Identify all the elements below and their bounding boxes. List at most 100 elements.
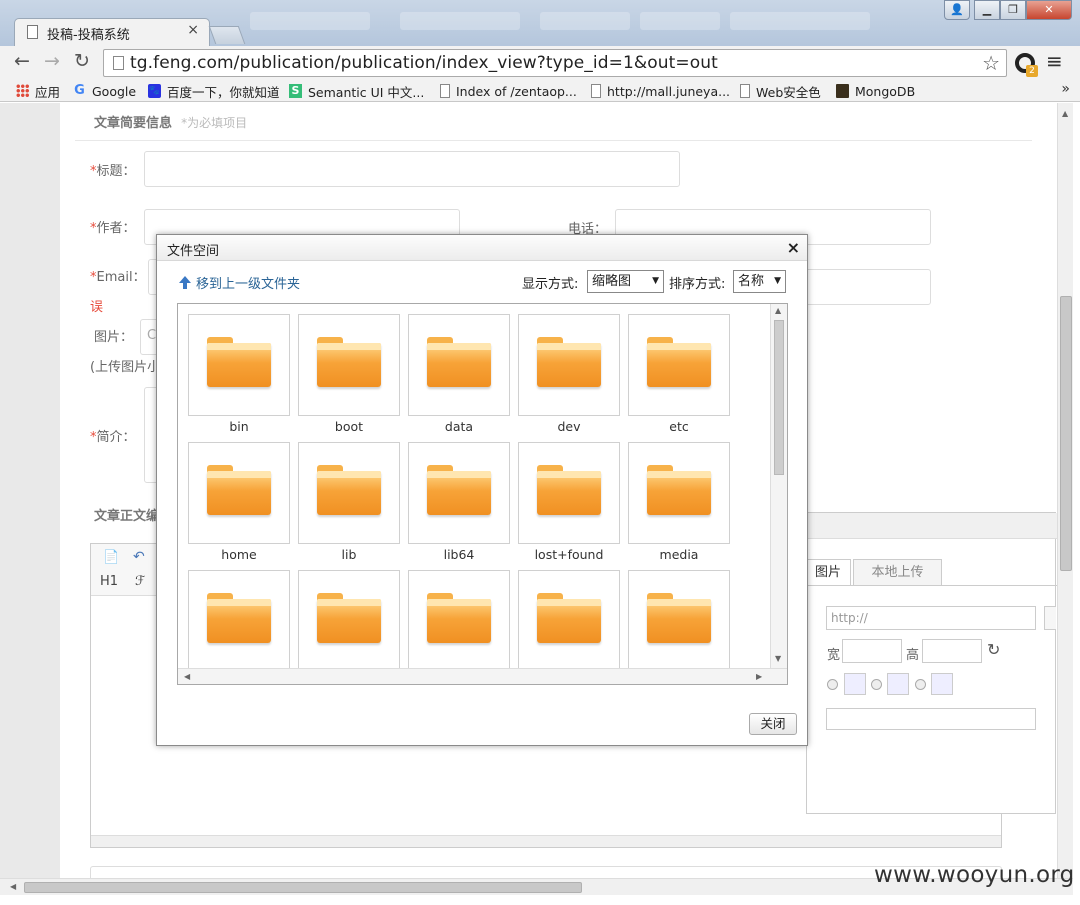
scroll-left-arrow-icon[interactable]: ◀ (10, 882, 16, 891)
ghost-tab (640, 12, 720, 30)
close-button[interactable]: 关闭 (749, 713, 797, 735)
align-left-icon[interactable] (844, 673, 866, 695)
undo-icon[interactable]: ↶ (133, 549, 145, 565)
extension-badge: 2 (1026, 65, 1038, 77)
bookmarks-bar: 应用 G Google 🐾 百度一下，你就知道 S Semantic UI 中文...… (0, 80, 1080, 102)
folder-item[interactable] (408, 570, 510, 672)
folder-item[interactable] (298, 314, 400, 416)
folder-item[interactable] (408, 314, 510, 416)
page-icon (27, 25, 38, 39)
source-icon[interactable]: 📄 (103, 550, 119, 565)
image-url-input[interactable]: http:// (826, 606, 1036, 630)
back-arrow-icon[interactable]: ← (14, 50, 30, 72)
address-bar[interactable]: tg.feng.com/publication/publication/inde… (103, 49, 1007, 77)
up-folder-link[interactable]: 移到上一级文件夹 (179, 273, 300, 292)
browser-menu-icon[interactable]: ≡ (1046, 49, 1063, 73)
width-input[interactable] (842, 639, 902, 663)
height-input[interactable] (922, 639, 982, 663)
browser-tab-active[interactable]: 投稿-投稿系统 × (14, 18, 210, 46)
folder-item[interactable] (518, 314, 620, 416)
align-radio[interactable] (827, 679, 838, 690)
folder-item[interactable] (298, 442, 400, 544)
scrollbar-thumb[interactable] (774, 320, 784, 475)
folder-item[interactable] (628, 314, 730, 416)
folder-item[interactable] (188, 442, 290, 544)
folder-name: lost+found (534, 547, 604, 562)
scrollbar-thumb[interactable] (1060, 296, 1072, 571)
tab-title: 投稿-投稿系统 (47, 28, 130, 43)
file-list-vertical-scrollbar[interactable]: ▲ ▼ (770, 304, 787, 668)
bookmarks-overflow-icon[interactable]: » (1061, 81, 1070, 97)
folder-icon (427, 465, 491, 517)
ghost-tab (730, 12, 870, 30)
image-title-input[interactable] (826, 708, 1036, 730)
browser-toolbar: ← → ↻ tg.feng.com/publication/publicatio… (0, 46, 1080, 80)
folder-item[interactable] (628, 570, 730, 672)
forward-arrow-icon[interactable]: → (44, 50, 60, 72)
align-radio[interactable] (871, 679, 882, 690)
folder-name: lib (341, 547, 357, 562)
font-family-button[interactable]: ℱ (135, 574, 145, 589)
folder-item[interactable] (628, 442, 730, 544)
bottom-field[interactable] (90, 866, 1002, 878)
heading-button[interactable]: H1 (100, 574, 118, 589)
folder-item[interactable] (188, 314, 290, 416)
folder-item[interactable] (518, 570, 620, 672)
new-tab-button[interactable] (208, 26, 246, 44)
align-right-icon[interactable] (931, 673, 953, 695)
bookmark-google[interactable]: G Google (73, 82, 136, 100)
url-button[interactable] (1044, 606, 1056, 630)
close-icon[interactable]: × (787, 238, 800, 257)
scroll-right-arrow-icon[interactable]: ▶ (756, 672, 762, 681)
tab-network-image[interactable]: 图片 (805, 559, 851, 586)
view-mode-select[interactable]: 缩略图 ▼ (587, 270, 664, 293)
baidu-icon: 🐾 (148, 84, 161, 98)
folder-item[interactable] (408, 442, 510, 544)
window-close-button[interactable]: ✕ (1026, 0, 1072, 20)
align-radio[interactable] (915, 679, 926, 690)
file-space-dialog: 文件空间 × 移到上一级文件夹 显示方式: 缩略图 ▼ 排序方式: 名称 ▼ b… (156, 234, 808, 746)
editor-resize-bar[interactable] (91, 835, 1001, 847)
scroll-up-arrow-icon[interactable]: ▲ (775, 306, 781, 315)
minimize-button[interactable]: ▁ (974, 0, 1000, 20)
section-title-text: 文章简要信息 (94, 116, 173, 131)
bookmark-apps[interactable]: 应用 (16, 82, 60, 100)
bookmark-star-icon[interactable]: ☆ (982, 51, 1000, 75)
folder-item[interactable] (518, 442, 620, 544)
bookmark-mongodb[interactable]: MongoDB (836, 82, 915, 100)
scroll-left-arrow-icon[interactable]: ◀ (184, 672, 190, 681)
bookmark-baidu[interactable]: 🐾 百度一下，你就知道 (148, 82, 280, 100)
file-list-horizontal-scrollbar[interactable]: ◀ ▶ (178, 668, 787, 684)
bookmark-websafe[interactable]: Web安全色 (740, 82, 821, 100)
dialog-title: 文件空间 (167, 244, 220, 259)
bookmark-label: 应用 (35, 84, 61, 100)
align-center-icon[interactable] (887, 673, 909, 695)
email-label: *Email： (90, 270, 146, 285)
folder-item[interactable] (188, 570, 290, 672)
user-profile-icon[interactable]: 👤 (944, 0, 970, 20)
maximize-button[interactable]: ❐ (1000, 0, 1026, 20)
folder-icon (207, 593, 271, 645)
folder-icon (537, 465, 601, 517)
height-label: 高 (906, 648, 920, 663)
reload-icon[interactable]: ↻ (74, 50, 90, 72)
tab-close-icon[interactable]: × (187, 22, 199, 38)
folder-name: boot (334, 419, 364, 434)
folder-name: lib64 (443, 547, 475, 562)
bookmark-semantic-ui[interactable]: S Semantic UI 中文... (289, 82, 424, 100)
author-label: *作者： (90, 221, 136, 236)
bookmark-zentao[interactable]: Index of /zentaop... (440, 82, 577, 100)
semantic-ui-icon: S (289, 84, 302, 98)
scrollbar-thumb[interactable] (24, 882, 582, 893)
bookmark-mall[interactable]: http://mall.juneya... (591, 82, 730, 100)
folder-item[interactable] (298, 570, 400, 672)
section-title: 文章简要信息 *为必填项目 (94, 112, 247, 131)
refresh-icon[interactable]: ↻ (987, 640, 1000, 659)
scroll-down-arrow-icon[interactable]: ▼ (775, 654, 781, 663)
page-vertical-scrollbar[interactable]: ▲ (1057, 103, 1073, 878)
insert-image-dialog: 图片 本地上传 http:// 宽 高 ↻ (805, 512, 1057, 814)
title-input[interactable] (144, 151, 680, 187)
scroll-up-arrow-icon[interactable]: ▲ (1062, 109, 1068, 118)
tab-local-upload[interactable]: 本地上传 (853, 559, 942, 586)
sort-select[interactable]: 名称 ▼ (733, 270, 786, 293)
